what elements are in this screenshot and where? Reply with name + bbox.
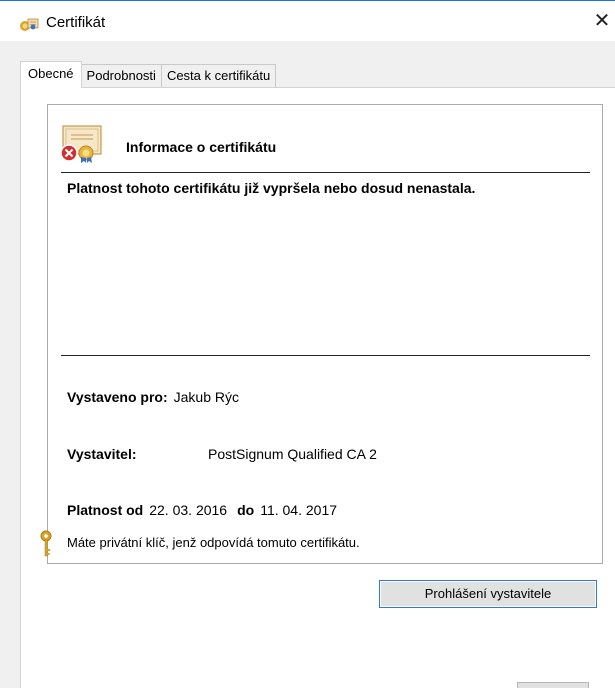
tab-certification-path[interactable]: Cesta k certifikátu: [160, 64, 277, 87]
tab-strip: Obecné Podrobnosti Cesta k certifikátu: [20, 61, 277, 88]
divider: [61, 172, 590, 173]
certificate-icon: [20, 18, 39, 31]
divider: [61, 355, 590, 356]
key-icon: [40, 530, 52, 557]
dialog-client-area: Obecné Podrobnosti Cesta k certifikátu I…: [0, 41, 615, 688]
title-bar: Certifikát ✕: [0, 1, 615, 41]
valid-from-label: Platnost od: [67, 502, 144, 518]
certificate-info-title: Informace o certifikátu: [126, 139, 277, 155]
window-title: Certifikát: [46, 14, 106, 31]
issued-to-row: Vystaveno pro: Jakub Rýc: [67, 389, 239, 405]
private-key-message: Máte privátní klíč, jenž odpovídá tomuto…: [67, 535, 360, 550]
certificate-dialog: Certifikát ✕ Obecné Podrobnosti Cesta k …: [0, 0, 615, 688]
validity-row: Platnost od 22. 03. 2016 do 11. 04. 2017: [67, 502, 347, 518]
issued-to-label: Vystaveno pro:: [67, 389, 168, 405]
issuer-statement-button[interactable]: Prohlášení vystavitele: [379, 580, 597, 608]
valid-to-label: do: [237, 502, 255, 518]
tab-general[interactable]: Obecné: [20, 61, 82, 88]
valid-from-value: 22. 03. 2016: [149, 502, 228, 518]
issued-to-value: Jakub Rýc: [173, 389, 239, 405]
valid-to-value: 11. 04. 2017: [260, 502, 338, 518]
issuer-label: Vystavitel:: [67, 446, 137, 462]
certificate-error-icon: [60, 125, 102, 163]
tab-details[interactable]: Podrobnosti: [80, 64, 162, 87]
certificate-info-box: Informace o certifikátu Platnost tohoto …: [40, 104, 603, 564]
issuer-value: PostSignum Qualified CA 2: [208, 446, 377, 462]
ok-button[interactable]: [517, 682, 589, 688]
close-icon[interactable]: ✕: [589, 5, 615, 37]
general-tab-panel: Informace o certifikátu Platnost tohoto …: [20, 87, 615, 688]
issuer-row: Vystavitel: PostSignum Qualified CA 2: [67, 446, 377, 462]
certificate-status-message: Platnost tohoto certifikátu již vypršela…: [67, 180, 476, 196]
